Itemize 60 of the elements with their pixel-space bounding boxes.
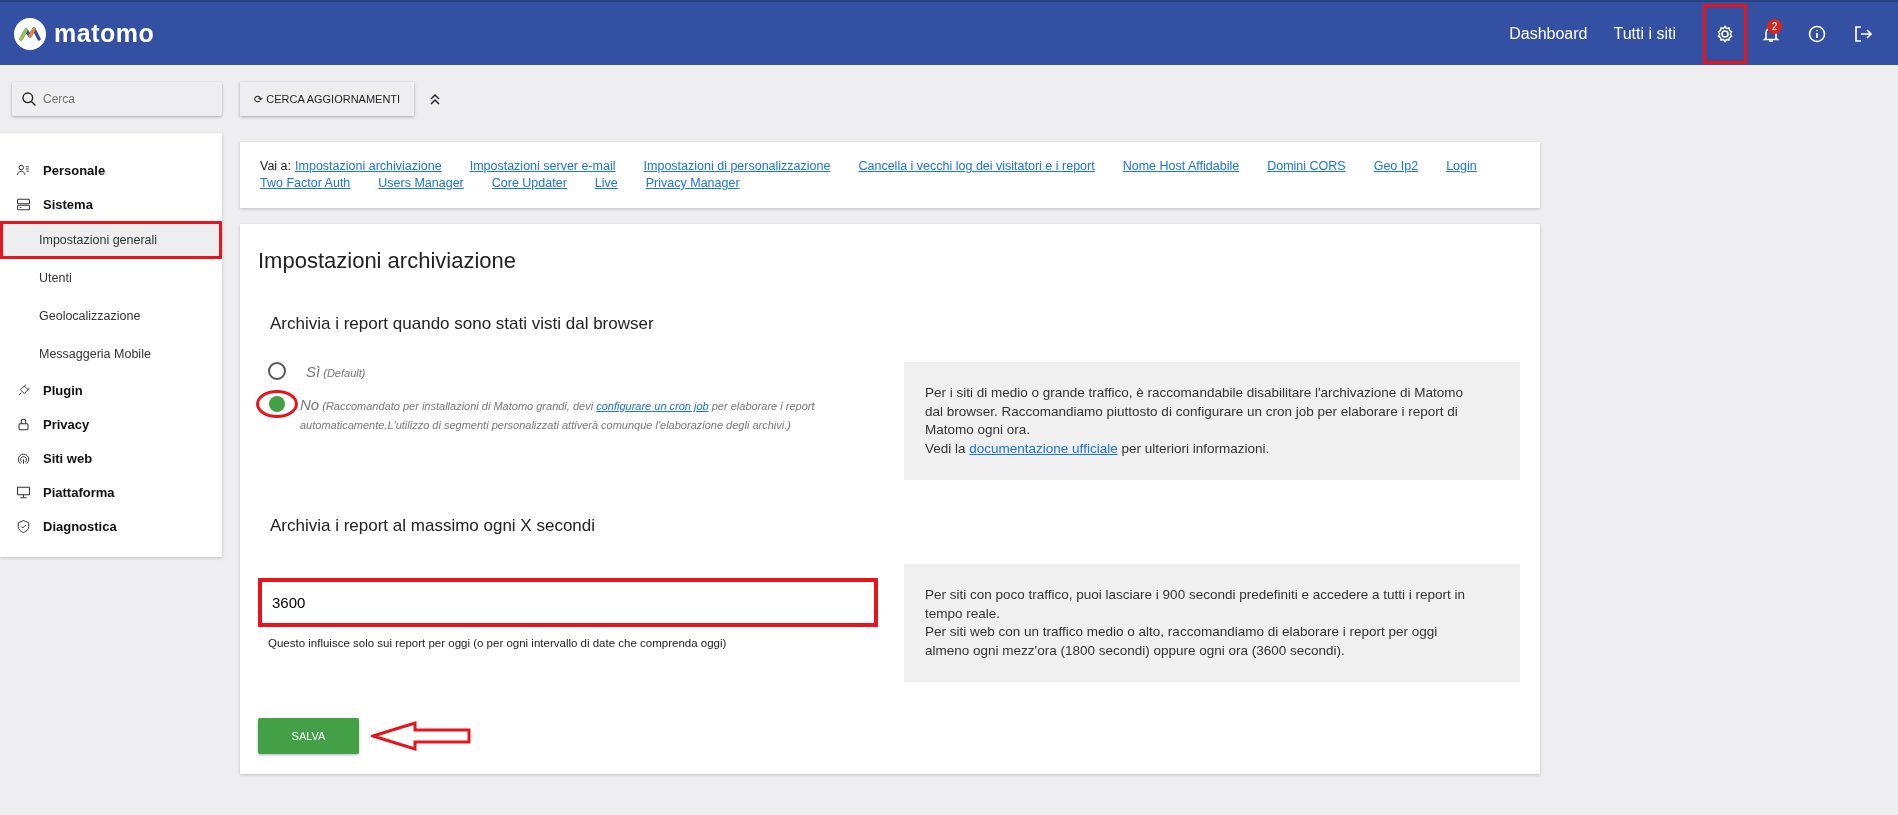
plug-icon — [16, 382, 31, 398]
check-updates-button[interactable]: ⟳ CERCA AGGIORNAMENTI — [240, 82, 415, 116]
notification-badge: 2 — [1767, 18, 1782, 34]
jump-link[interactable]: Live — [594, 175, 618, 192]
option-label[interactable]: Sì (Default) — [306, 362, 366, 383]
sidebar-item[interactable]: Geolocalizzazione — [0, 297, 222, 335]
jump-link[interactable]: Impostazioni server e-mail — [469, 158, 616, 175]
info-icon — [1807, 23, 1827, 44]
monitor-icon — [16, 484, 31, 500]
jump-link[interactable]: Cancella i vecchi log dei visitatori e i report — [858, 158, 1095, 175]
logo-icon — [14, 17, 46, 50]
server-icon — [16, 196, 31, 212]
jump-link[interactable]: Impostazioni di personalizzazione — [643, 158, 831, 175]
field-hint: Questo influisce solo sui report per oggi (o per ogni intervallo di date che comprenda oggi) — [268, 637, 728, 649]
jump-link[interactable]: Domini CORS — [1267, 158, 1346, 175]
card-title: Impostazioni archiviazione — [258, 248, 518, 274]
sidebar-section[interactable]: Diagnostica — [0, 509, 222, 543]
notifications-button[interactable]: 2 — [1749, 3, 1793, 64]
settings-button[interactable] — [1703, 3, 1747, 64]
radio-button[interactable] — [268, 362, 286, 380]
jump-link[interactable]: Core Updater — [491, 175, 567, 192]
jump-link[interactable]: Two Factor Auth — [260, 175, 351, 192]
search-icon — [21, 91, 37, 107]
sidebar-section[interactable]: Plugin — [0, 373, 222, 407]
jump-link[interactable]: Geo Ip2 — [1373, 158, 1419, 175]
lock-icon — [16, 416, 31, 432]
jump-label: Vai a: — [260, 158, 292, 175]
option-label[interactable]: No (Raccomandato per installazioni di Matomo grandi, devi configurare un cron job per elaborare i report automaticamente.L'utilizzo di segmenti personalizzati attiverà comunque l'elaborazione degli archivi.) — [300, 395, 878, 435]
search-field[interactable]: Cerca — [12, 82, 222, 116]
sidebar-section[interactable]: Personale — [0, 153, 222, 187]
sidebar-item[interactable]: Messaggeria Mobile — [0, 335, 222, 373]
sidebar-section[interactable]: Privacy — [0, 407, 222, 441]
help-text: Per i siti di medio o grande traffico, è raccomandabile disabilitare l'archivazione di Matomo dal browser. Raccomandiamo piuttosto di configurare un cron job per elaborare i report di Matomo ogni ora. — [925, 384, 1465, 439]
logout-icon — [1853, 23, 1873, 44]
jump-link[interactable]: Impostazioni archiviazione — [295, 158, 442, 175]
jump-link[interactable]: Privacy Manager — [645, 175, 740, 192]
jump-link[interactable]: Login — [1446, 158, 1477, 175]
sidebar-section[interactable]: Sistema — [0, 187, 222, 221]
sidebar-section[interactable]: Piattaforma — [0, 475, 222, 509]
logo-text: matomo — [54, 19, 155, 48]
save-button[interactable]: SALVA — [258, 718, 359, 754]
nav-link[interactable]: Tutti i siti — [1613, 24, 1676, 43]
radio-button[interactable] — [269, 396, 285, 412]
jump-link[interactable]: Nome Host Affidabile — [1122, 158, 1240, 175]
help-link[interactable]: documentazione ufficiale — [969, 440, 1118, 456]
sidebar-item[interactable]: Utenti — [0, 259, 222, 297]
field-heading: Archivia i report al massimo ogni X secondi — [270, 516, 597, 536]
sidebar-section[interactable]: Siti web — [0, 441, 222, 475]
sidebar-item[interactable]: Impostazioni generali — [0, 221, 222, 259]
settings-icon — [1715, 23, 1735, 44]
help-text: Vedi la documentazione ufficiale per ulteriori informazioni. — [925, 439, 1271, 458]
help-text: Per siti web con un traffico medio o alto, raccomandiamo di elaborare i report per oggi almeno ogni mezz'ora (1800 secondi) oppure ogni ora (3600 secondi). — [925, 623, 1439, 660]
shield-icon — [16, 518, 31, 534]
help-text: Per siti con poco traffico, puoi lasciare i 900 secondi predefiniti e accedere a tutti i report in tempo reale. — [925, 586, 1467, 623]
user-icon — [16, 162, 31, 178]
field-heading: Archivia i report quando sono stati visti dal browser — [270, 314, 655, 334]
jump-link[interactable]: Users Manager — [378, 175, 464, 192]
seconds-input-field[interactable]: 3600 — [258, 578, 878, 627]
cron-job-link[interactable]: configurare un cron job — [596, 400, 709, 412]
nav-link[interactable]: Dashboard — [1509, 24, 1588, 43]
